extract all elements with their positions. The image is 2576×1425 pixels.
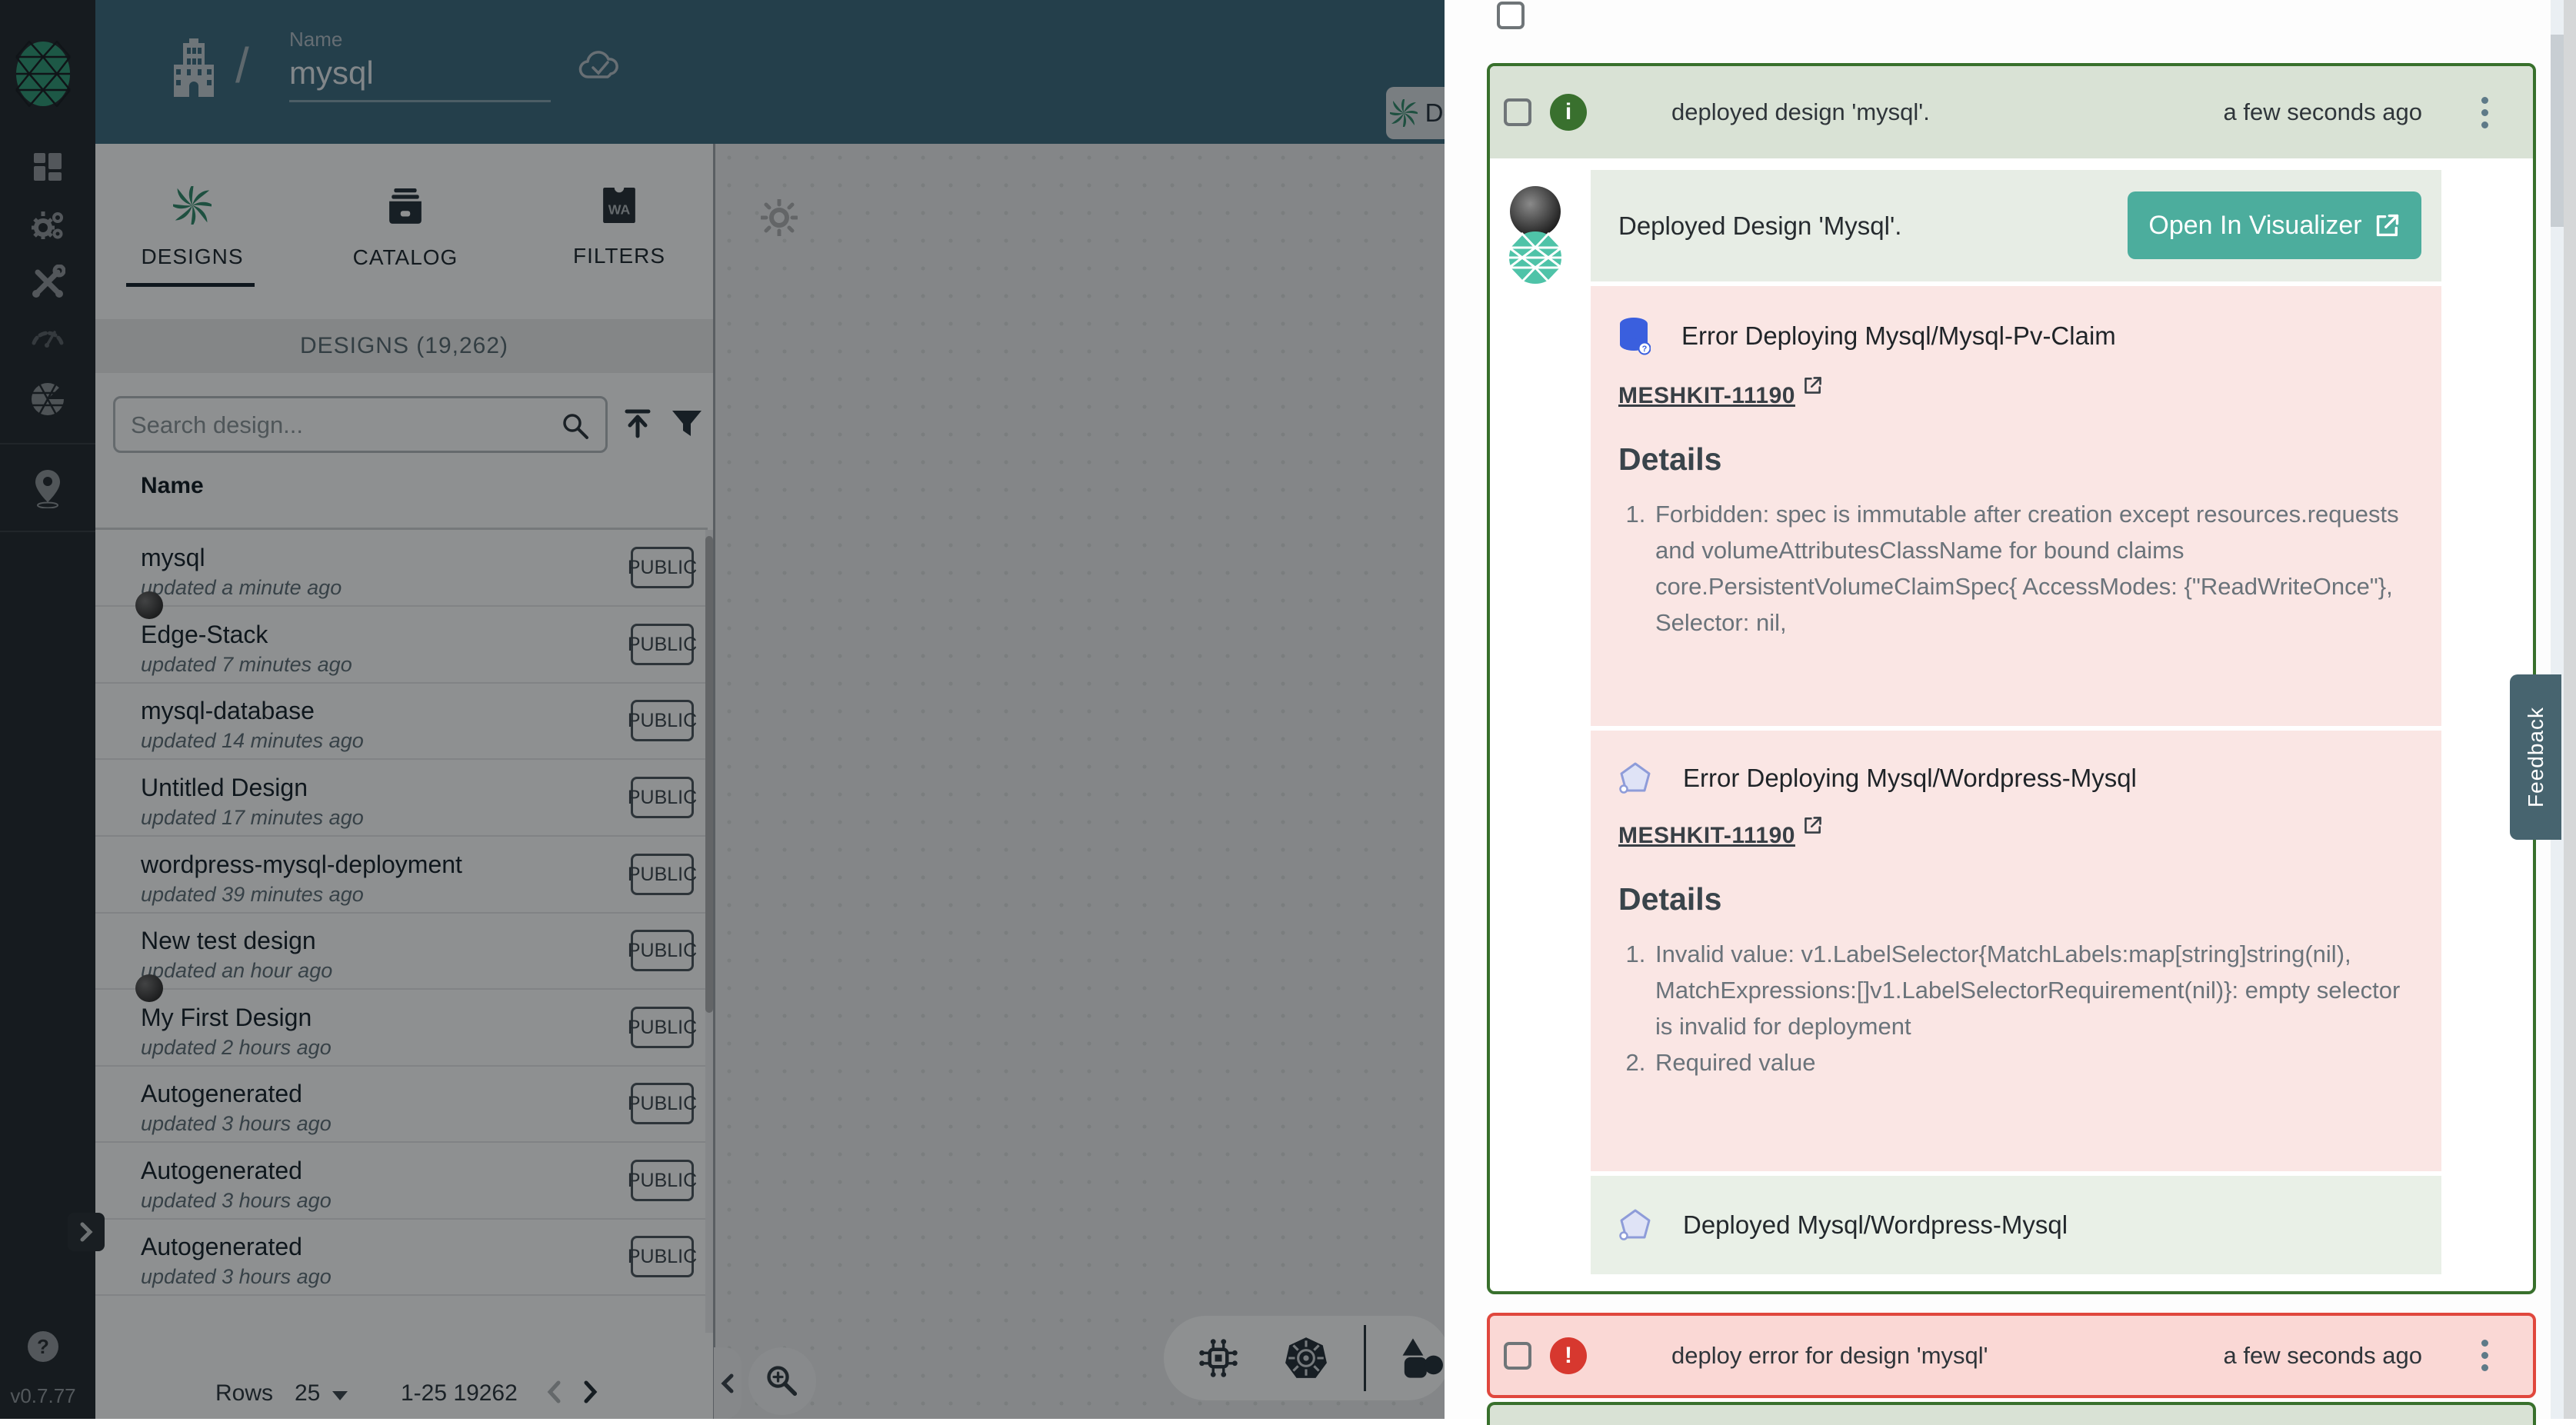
notification-card-partial[interactable] [1487,1402,2536,1425]
meshkit-error-link[interactable]: MESHKIT-11190 [1618,823,1795,849]
open-in-visualizer-button[interactable]: Open In Visualizer [2128,191,2421,259]
kebab-menu-icon[interactable] [2481,1340,2488,1371]
notification-time: a few seconds ago [2223,1342,2422,1370]
error-detail-box: Error Deploying Mysql/Wordpress-Mysql ME… [1591,731,2441,1171]
error-item: Forbidden: spec is immutable after creat… [1655,501,2399,636]
deployed-text: Deployed Mysql/Wordpress-Mysql [1683,1210,2068,1240]
error-detail-box: ? Error Deploying Mysql/Mysql-Pv-Claim M… [1591,286,2441,726]
notification-title: deploy error for design 'mysql' [1671,1342,1988,1370]
open-in-visualizer-label: Open In Visualizer [2148,211,2361,241]
notification-card-success: i deployed design 'mysql'. a few seconds… [1487,63,2536,1294]
notification-card-error[interactable]: ! deploy error for design 'mysql' a few … [1487,1313,2536,1398]
deployment-pentagon-icon [1618,1208,1652,1242]
notification-time: a few seconds ago [2223,98,2422,126]
info-icon: i [1550,94,1587,131]
error-items-list: Forbidden: spec is immutable after creat… [1618,496,2414,641]
kebab-menu-icon[interactable] [2481,97,2488,128]
storage-db-icon: ? [1618,317,1651,355]
external-link-icon [1803,815,1823,835]
error-title: Error Deploying Mysql/Wordpress-Mysql [1683,764,2137,793]
feedback-tab[interactable]: Feedback [2510,674,2561,840]
external-link-icon [2374,212,2401,238]
notification-title: deployed design 'mysql'. [1671,98,1930,126]
external-link-icon [1803,375,1823,395]
meshkit-error-link[interactable]: MESHKIT-11190 [1618,383,1795,409]
error-items-list: Invalid value: v1.LabelSelector{MatchLab… [1618,936,2414,1080]
notification-checkbox[interactable] [1504,1342,1531,1370]
modal-backdrop[interactable] [0,0,1445,1419]
notification-checkbox[interactable] [1504,98,1531,126]
drawer-scrollbar-thumb[interactable] [2551,35,2564,227]
deployed-design-text: Deployed Design 'Mysql'. [1618,211,1901,241]
error-item: Required value [1655,1049,1816,1076]
deployed-success-box: Deployed Mysql/Wordpress-Mysql [1591,1176,2441,1274]
notification-drawer: i deployed design 'mysql'. a few seconds… [1445,0,2576,1419]
svg-text:?: ? [1642,345,1648,354]
error-item: Invalid value: v1.LabelSelector{MatchLab… [1655,941,2400,1040]
deployed-design-box: Deployed Design 'Mysql'. Open In Visuali… [1591,170,2441,281]
details-heading: Details [1618,881,2414,917]
user-avatar [1510,186,1561,237]
error-icon: ! [1550,1337,1587,1374]
details-heading: Details [1618,441,2414,478]
window-scrollbar[interactable] [2564,0,2576,1419]
feedback-label: Feedback [2524,707,2548,807]
error-title: Error Deploying Mysql/Mysql-Pv-Claim [1681,321,2116,351]
notification-select-checkbox[interactable] [1497,2,1525,29]
notification-header[interactable]: i deployed design 'mysql'. a few seconds… [1490,66,2533,158]
deployment-pentagon-icon [1618,761,1652,795]
meshery-bot-avatar [1508,231,1562,285]
